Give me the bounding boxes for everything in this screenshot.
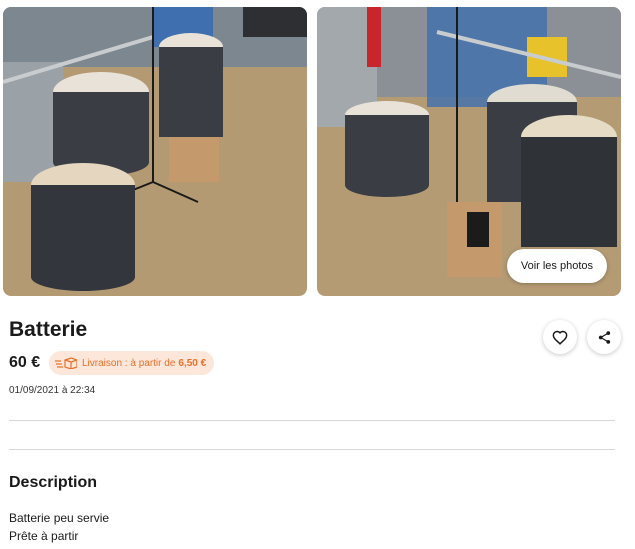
favorite-button[interactable]: [543, 320, 577, 354]
listing-title: Batterie: [9, 318, 88, 341]
divider: [9, 449, 615, 450]
divider: [9, 420, 615, 421]
delivery-badge: Livraison : à partir de 6,50 €: [49, 351, 215, 375]
listing-price: 60 €: [9, 354, 41, 371]
photo-image: [3, 7, 307, 296]
heart-icon: [552, 330, 568, 345]
delivery-label: Livraison : à partir de: [82, 357, 176, 369]
listing-photo-2[interactable]: Voir les photos: [317, 7, 621, 296]
share-icon: [598, 330, 610, 344]
description-line: Prête à partir: [9, 529, 79, 543]
listing-date: 01/09/2021 à 22:34: [9, 385, 96, 396]
parcel-delivery-icon: [55, 357, 77, 369]
view-photos-button[interactable]: Voir les photos: [506, 249, 607, 283]
description-line: Batterie peu servie: [9, 511, 110, 525]
delivery-amount: 6,50 €: [178, 357, 207, 369]
share-button[interactable]: [587, 320, 621, 354]
description-heading: Description: [9, 474, 98, 491]
listing-photo-1[interactable]: [3, 7, 307, 296]
